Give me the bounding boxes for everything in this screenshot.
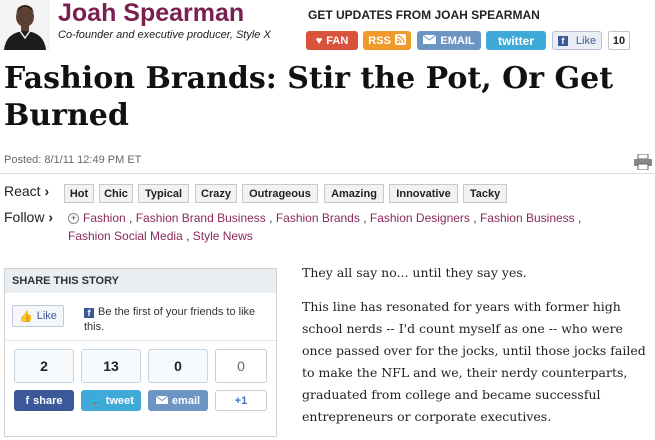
share-like-button[interactable]: 👍 Like: [12, 305, 64, 327]
facebook-icon: f: [25, 394, 30, 407]
fan-button[interactable]: ♥ FAN: [306, 31, 358, 50]
author-name[interactable]: Joah Spearman: [58, 0, 244, 28]
article-paragraph: This line has resonated for years with f…: [302, 299, 646, 424]
fan-label: FAN: [326, 34, 349, 47]
google-plus-count: 0: [215, 349, 267, 383]
share-like-label: Like: [36, 310, 57, 322]
twitter-bird-icon: 🐦: [88, 395, 102, 407]
google-plus-button[interactable]: +1: [215, 390, 267, 411]
twitter-button[interactable]: twitter: [486, 31, 546, 50]
react-tag-outrageous[interactable]: Outrageous: [242, 184, 318, 203]
follow-tag[interactable]: Fashion Brands: [276, 211, 360, 225]
article-headline: Fashion Brands: Stir the Pot, Or Get Bur…: [4, 61, 614, 133]
email-share-label: email: [171, 394, 201, 407]
share-title: SHARE THIS STORY: [12, 275, 119, 287]
facebook-friends-text: f Be the first of your friends to like th…: [84, 306, 256, 333]
divider: [5, 340, 276, 341]
author-avatar: [0, 0, 50, 50]
rss-button[interactable]: RSS: [363, 31, 411, 50]
article-body: They all say no... until they say yes. T…: [302, 262, 652, 440]
author-photo: [0, 0, 50, 50]
facebook-like-count: 10: [608, 31, 630, 50]
print-icon[interactable]: [634, 153, 652, 171]
follow-tag-list: + Fashion , Fashion Brand Business , Fash…: [68, 211, 582, 243]
facebook-icon: f: [557, 35, 568, 46]
facebook-share-count: 2: [14, 349, 74, 383]
divider: [0, 173, 655, 174]
react-tag-hot[interactable]: Hot: [64, 184, 94, 203]
react-tag-crazy[interactable]: Crazy: [195, 184, 237, 203]
share-label: share: [33, 394, 63, 407]
email-share-button[interactable]: email: [148, 390, 208, 411]
heart-icon: ♥: [315, 34, 323, 47]
react-tag-tacky[interactable]: Tacky: [463, 184, 507, 203]
react-tag-typical[interactable]: Typical: [138, 184, 189, 203]
follow-label: Follow ›: [4, 209, 54, 225]
email-count: 0: [148, 349, 208, 383]
tweet-label: tweet: [105, 394, 134, 407]
rss-icon: [394, 33, 406, 48]
article-paragraph: They all say no... until they say yes.: [302, 265, 527, 280]
tweet-count: 13: [81, 349, 141, 383]
follow-tag[interactable]: Fashion Business: [480, 211, 575, 225]
tweet-button[interactable]: 🐦 tweet: [81, 390, 141, 411]
updates-heading: GET UPDATES FROM JOAH SPEARMAN: [308, 8, 540, 22]
follow-tag[interactable]: Fashion Brand Business: [136, 211, 266, 225]
envelope-icon: [423, 34, 437, 47]
rss-label: RSS: [368, 34, 391, 47]
author-role: Co-founder and executive producer, Style…: [58, 29, 271, 41]
follow-tag[interactable]: Fashion: [83, 211, 126, 225]
envelope-icon: [155, 395, 169, 407]
posted-date: Posted: 8/1/11 12:49 PM ET: [4, 154, 142, 166]
email-button[interactable]: EMAIL: [417, 31, 481, 50]
react-label: React ›: [4, 183, 50, 199]
facebook-share-button[interactable]: f share: [14, 390, 74, 411]
react-tag-innovative[interactable]: Innovative: [389, 184, 458, 203]
email-label: EMAIL: [440, 34, 475, 47]
facebook-icon: f: [84, 308, 94, 318]
plus-icon[interactable]: +: [68, 213, 79, 224]
follow-tag[interactable]: Fashion Designers: [370, 211, 470, 225]
follow-tag[interactable]: Fashion Social Media: [68, 229, 183, 243]
react-tag-amazing[interactable]: Amazing: [324, 184, 384, 203]
react-tag-chic[interactable]: Chic: [99, 184, 133, 203]
facebook-like-label: Like: [575, 34, 597, 47]
thumbs-up-icon: 👍: [19, 310, 33, 323]
follow-tag[interactable]: Style News: [193, 229, 253, 243]
facebook-like-button[interactable]: f Like: [552, 31, 602, 50]
